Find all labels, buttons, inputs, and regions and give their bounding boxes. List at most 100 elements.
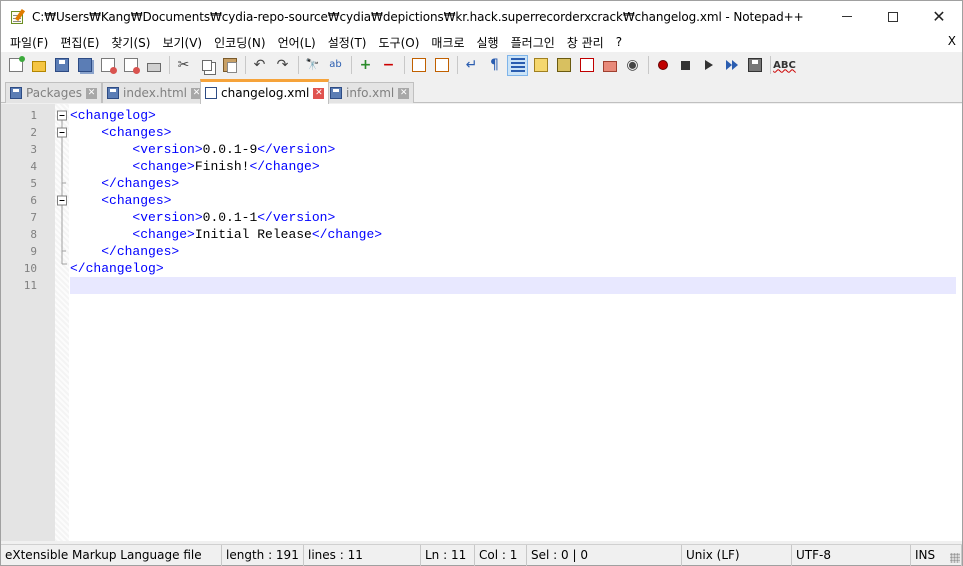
- menu-edit[interactable]: 편집(E): [54, 34, 105, 51]
- file-saved-icon: [10, 87, 22, 99]
- tab-close-icon[interactable]: ✕: [398, 87, 410, 99]
- code-line[interactable]: </changes>: [70, 175, 956, 192]
- close-all-button[interactable]: [120, 55, 141, 76]
- run-macro-multiple-button[interactable]: [721, 55, 742, 76]
- code-line[interactable]: <version>0.0.1-1</version>: [70, 209, 956, 226]
- resize-grip-icon[interactable]: [950, 553, 960, 563]
- zoom-out-button[interactable]: −: [378, 55, 399, 76]
- stop-macro-button[interactable]: [675, 55, 696, 76]
- menu-search[interactable]: 찾기(S): [105, 34, 156, 51]
- paste-button[interactable]: [219, 55, 240, 76]
- menu-window[interactable]: 창 관리: [561, 34, 610, 51]
- menu-file[interactable]: 파일(F): [4, 34, 54, 51]
- find-button[interactable]: 🔭: [302, 55, 323, 76]
- cut-button[interactable]: ✂: [173, 55, 194, 76]
- menu-view[interactable]: 보기(V): [156, 34, 208, 51]
- indent-guide-button[interactable]: [507, 54, 528, 76]
- zoom-in-button[interactable]: +: [355, 55, 376, 76]
- replace-icon: ab: [329, 59, 342, 70]
- status-lines: lines : 11: [304, 545, 421, 566]
- sync-horizontal-button[interactable]: [431, 55, 452, 76]
- find-icon: 🔭: [305, 58, 320, 71]
- menu-settings[interactable]: 설정(T): [322, 34, 373, 51]
- tab-index-html[interactable]: index.html ✕: [102, 82, 207, 103]
- line-number: 4: [30, 160, 37, 173]
- code-line[interactable]: <change>Initial Release</change>: [70, 226, 956, 243]
- code-line[interactable]: <changes>: [70, 124, 956, 141]
- code-line[interactable]: <version>0.0.1-9</version>: [70, 141, 956, 158]
- play-macro-button[interactable]: [698, 55, 719, 76]
- code-line[interactable]: </changes>: [70, 243, 956, 260]
- show-all-chars-button[interactable]: ¶: [484, 55, 505, 76]
- tab-changelog-xml[interactable]: changelog.xml ✕: [200, 79, 330, 104]
- code-line[interactable]: <changes>: [70, 192, 956, 209]
- user-language-button[interactable]: [530, 55, 551, 76]
- save-all-icon: [77, 58, 92, 72]
- toolbar-separator: [770, 56, 771, 74]
- menu-macro[interactable]: 매크로: [425, 34, 470, 51]
- new-file-button[interactable]: [5, 55, 26, 76]
- menu-run[interactable]: 실행: [471, 34, 505, 51]
- monitoring-icon: ◉: [626, 57, 639, 73]
- copy-icon: [201, 59, 212, 71]
- line-number: 1: [30, 109, 37, 122]
- menu-plugins[interactable]: 플러그인: [505, 34, 561, 51]
- code-line[interactable]: </changelog>: [70, 260, 956, 277]
- menu-encoding[interactable]: 인코딩(N): [208, 34, 271, 51]
- xml-tag: <changelog>: [70, 108, 156, 123]
- code-area[interactable]: <changelog> <changes> <version>0.0.1-9</…: [70, 107, 956, 294]
- monitoring-button[interactable]: ◉: [622, 55, 643, 76]
- save-button[interactable]: [51, 55, 72, 76]
- open-file-icon: [31, 61, 46, 72]
- code-line[interactable]: <change>Finish!</change>: [70, 158, 956, 175]
- tab-packages[interactable]: Packages ✕: [5, 82, 102, 103]
- save-all-button[interactable]: [74, 55, 95, 76]
- minimize-button[interactable]: [824, 1, 870, 32]
- status-sel: Sel : 0 | 0: [527, 545, 682, 566]
- file-saved-icon: [107, 87, 119, 99]
- record-macro-button[interactable]: [652, 55, 673, 76]
- editor-pane[interactable]: 1 2 3 4 5 6 7 8 9 10 11 <changelog> <changes> <ver…: [1, 104, 962, 541]
- spell-check-button[interactable]: ABC: [773, 55, 796, 76]
- redo-button[interactable]: ↷: [272, 55, 293, 76]
- doc-map-button[interactable]: [553, 55, 574, 76]
- line-number: 2: [30, 126, 37, 139]
- fold-markers[interactable]: [55, 107, 69, 297]
- menu-help[interactable]: ?: [610, 35, 628, 49]
- tab-info-xml[interactable]: info.xml ✕: [325, 82, 415, 103]
- menu-language[interactable]: 언어(L): [272, 34, 322, 51]
- tab-close-icon[interactable]: ✕: [313, 87, 325, 99]
- maximize-button[interactable]: [870, 1, 916, 32]
- save-macro-button[interactable]: [744, 55, 765, 76]
- function-list-button[interactable]: [576, 55, 597, 76]
- print-button[interactable]: [143, 55, 164, 76]
- zoom-in-icon: +: [359, 57, 372, 73]
- toolbar-separator: [245, 56, 246, 74]
- code-line[interactable]: [70, 277, 956, 294]
- copy-button[interactable]: [196, 55, 217, 76]
- status-bar: eXtensible Markup Language file length :…: [1, 544, 962, 566]
- maximize-icon: [888, 11, 898, 22]
- status-col: Col : 1: [475, 545, 527, 566]
- replace-button[interactable]: ab: [325, 55, 346, 76]
- xml-text: Initial Release: [194, 227, 312, 242]
- folder-workspace-button[interactable]: [599, 55, 620, 76]
- sync-vertical-button[interactable]: [408, 55, 429, 76]
- indent-guide-icon: [510, 58, 525, 72]
- close-file-button[interactable]: [97, 55, 118, 76]
- close-window-button[interactable]: ✕: [916, 1, 962, 32]
- undo-button[interactable]: ↶: [249, 55, 270, 76]
- word-wrap-button[interactable]: ↵: [461, 55, 482, 76]
- close-document-button[interactable]: X: [948, 34, 956, 48]
- record-macro-icon: [657, 60, 668, 70]
- line-number: 11: [23, 279, 37, 292]
- play-macro-icon: [704, 60, 713, 70]
- code-line[interactable]: <changelog>: [70, 107, 956, 124]
- open-file-button[interactable]: [28, 55, 49, 76]
- menu-tools[interactable]: 도구(O): [373, 34, 426, 51]
- notepadpp-window: C:₩Users₩Kang₩Documents₩cydia-repo-sourc…: [0, 0, 963, 566]
- tab-close-icon[interactable]: ✕: [86, 87, 97, 99]
